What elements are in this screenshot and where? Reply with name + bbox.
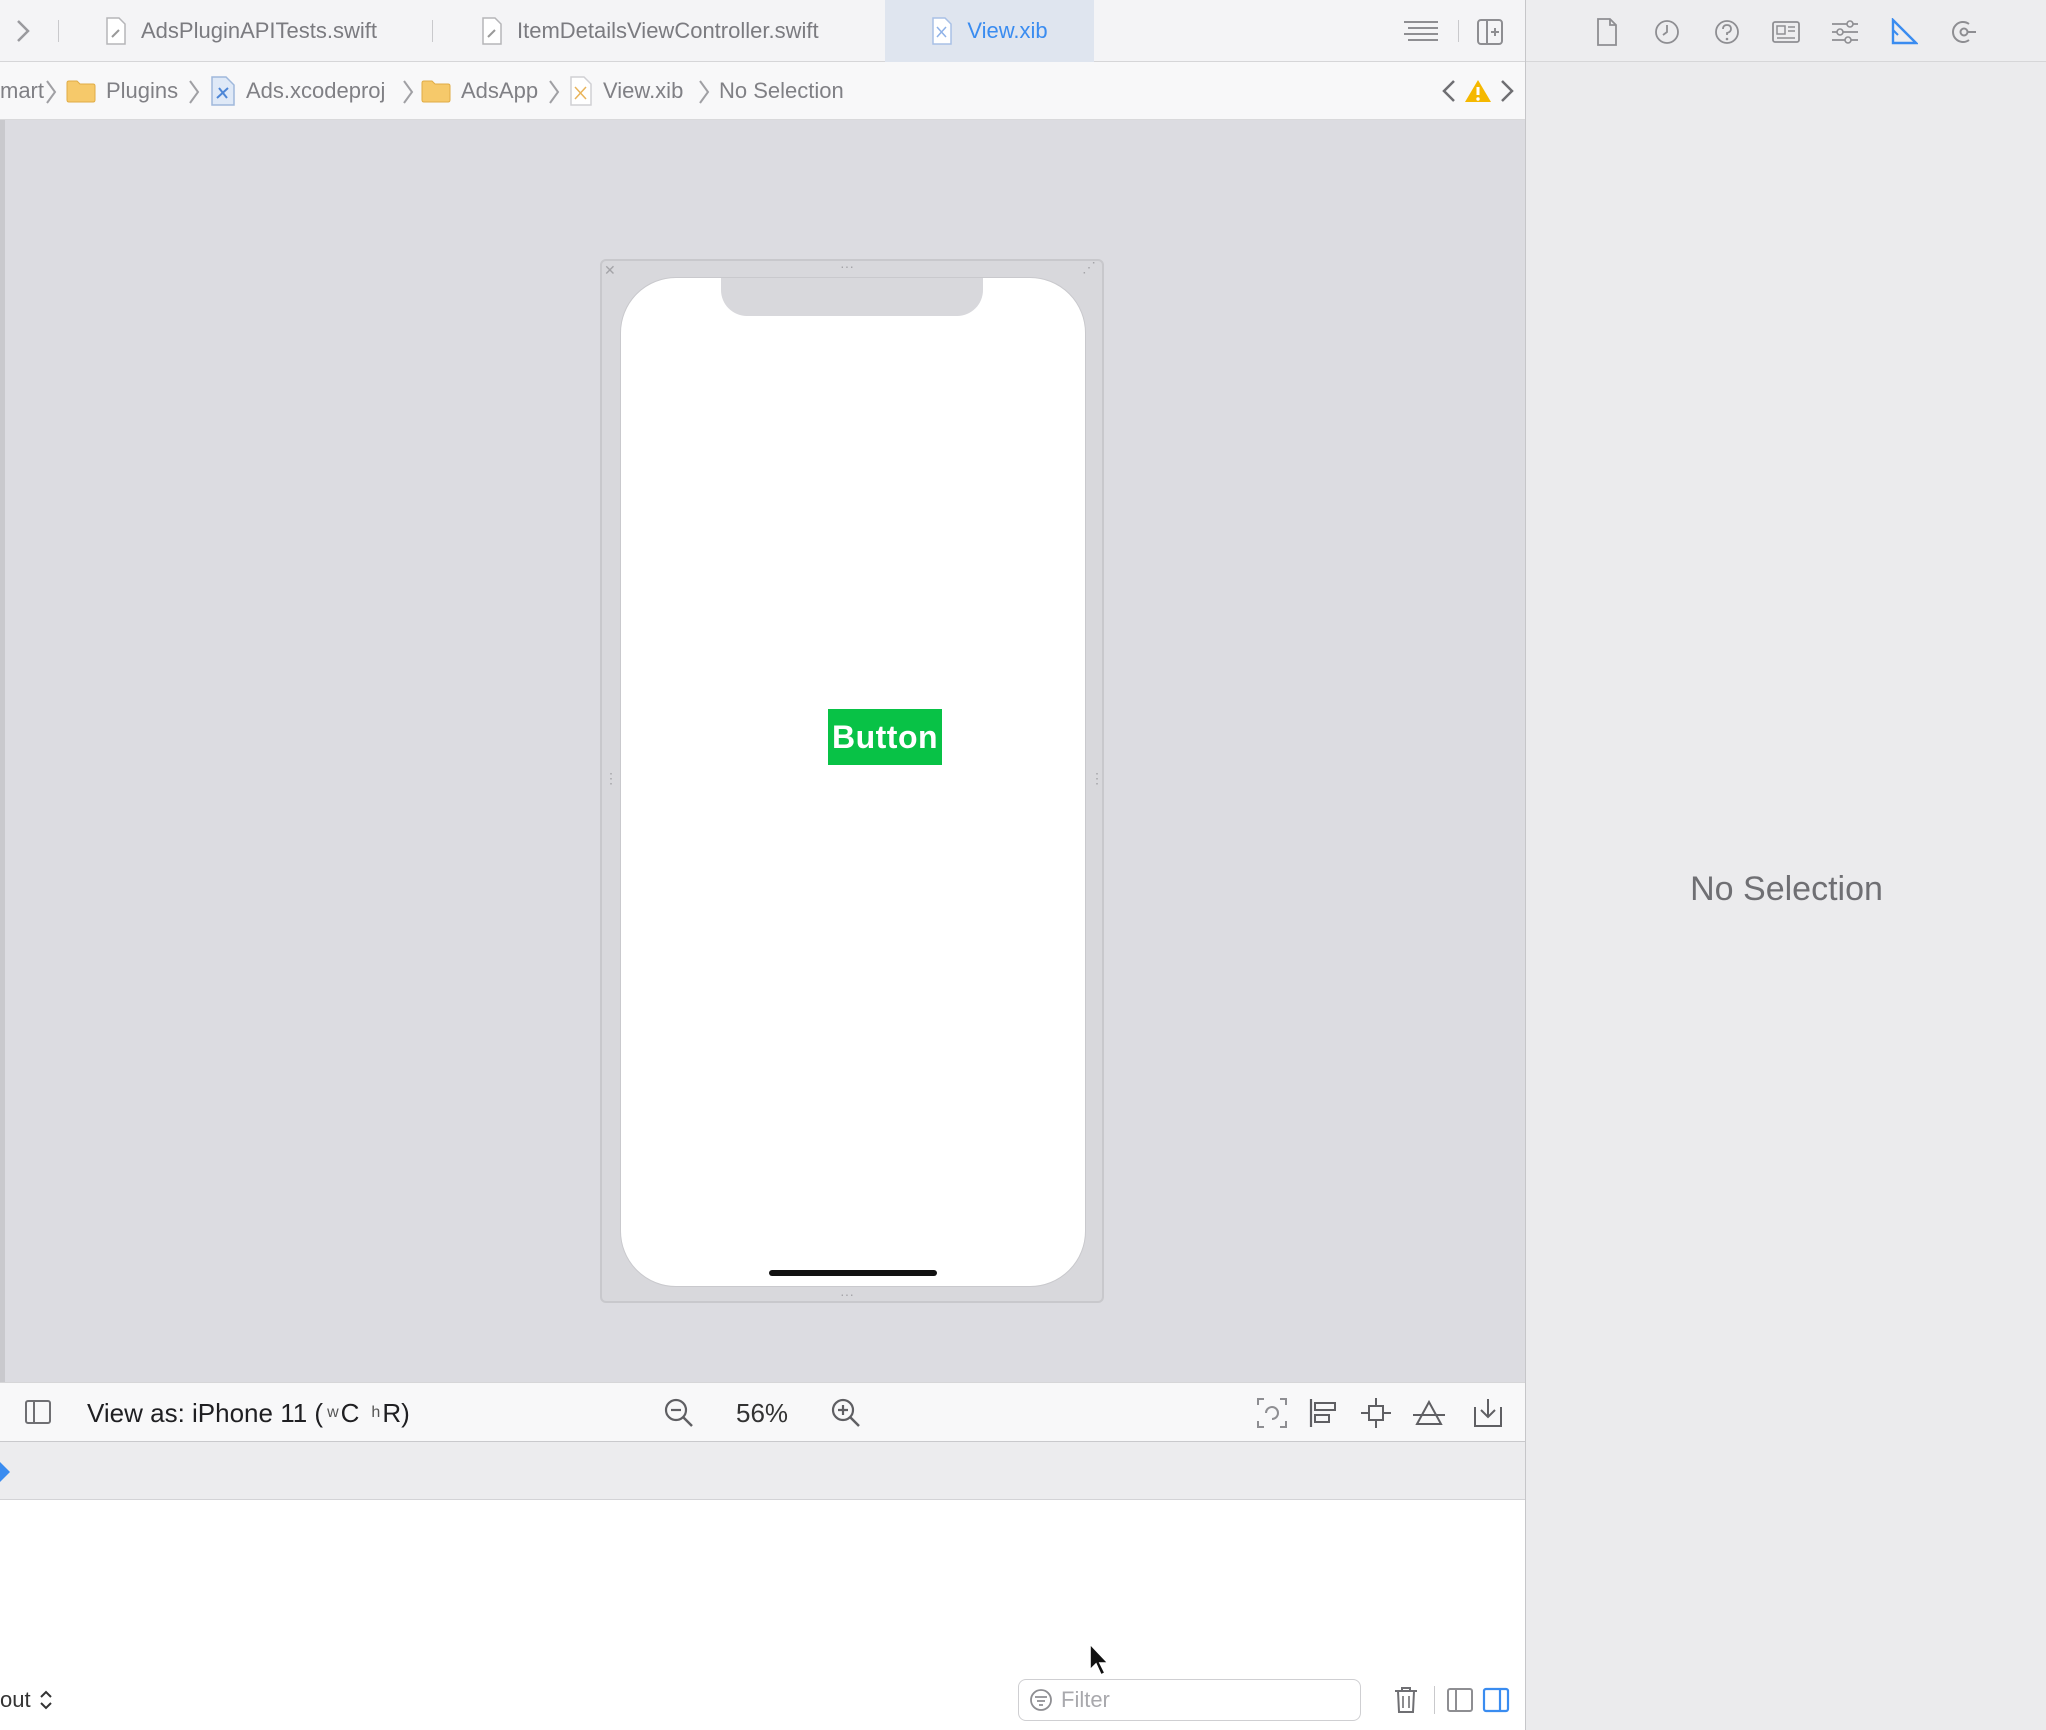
folder-icon xyxy=(66,80,96,103)
device-notch xyxy=(721,278,983,316)
resize-handle-top[interactable]: ··· xyxy=(840,259,854,273)
toolbar-separator xyxy=(1458,20,1459,42)
iphone-screen[interactable]: Button xyxy=(620,277,1086,1287)
breadcrumb-label: View.xib xyxy=(603,78,684,103)
interface-builder-canvas[interactable]: ✕ ··· ⋰ ⋮ ⋮ ··· Button xyxy=(0,120,1525,1382)
resize-handle-top-right[interactable]: ⋰ xyxy=(1082,260,1096,274)
breadcrumb-item-project[interactable]: mart xyxy=(0,62,44,120)
view-as-device-selector[interactable]: View as: iPhone 11 ( w C h R ) xyxy=(87,1383,410,1443)
filter-input[interactable] xyxy=(1061,1687,1341,1713)
size-inspector-icon[interactable] xyxy=(1890,18,1918,46)
quick-help-icon[interactable] xyxy=(1713,18,1741,46)
add-editor-icon[interactable] xyxy=(1476,18,1504,46)
tab-view-xib[interactable]: View.xib xyxy=(885,0,1094,62)
tab-item-details-view-controller[interactable]: ItemDetailsViewController.swift xyxy=(481,0,819,62)
tab-separator xyxy=(58,20,59,42)
close-handle-icon[interactable]: ✕ xyxy=(604,263,616,277)
device-frame[interactable]: ✕ ··· ⋰ ⋮ ⋮ ··· Button xyxy=(600,259,1104,1303)
tab-ads-plugin-api-tests[interactable]: AdsPluginAPITests.swift xyxy=(105,0,377,62)
align-icon[interactable] xyxy=(1308,1397,1340,1429)
size-class-height-prefix: h xyxy=(371,1404,381,1421)
mouse-cursor-icon xyxy=(1088,1642,1112,1678)
breadcrumb-label: mart xyxy=(0,78,44,103)
warning-icon[interactable] xyxy=(1464,78,1492,104)
breadcrumb-label: AdsApp xyxy=(461,78,539,103)
document-outline-toggle-icon[interactable] xyxy=(24,1398,52,1426)
resolve-auto-layout-icon[interactable] xyxy=(1412,1397,1446,1429)
breadcrumb-item-plugins[interactable]: Plugins xyxy=(66,62,178,120)
home-indicator xyxy=(769,1270,937,1276)
identity-inspector-icon[interactable] xyxy=(1771,18,1801,46)
folder-icon xyxy=(421,80,451,103)
tab-label: AdsPluginAPITests.swift xyxy=(141,18,377,43)
tab-separator xyxy=(432,20,433,42)
view-as-label: View as: iPhone 11 ( xyxy=(87,1397,324,1428)
output-selector-label: out xyxy=(0,1687,31,1712)
variables-view-toggle-icon[interactable] xyxy=(1446,1686,1474,1714)
size-class-height: R xyxy=(382,1397,402,1428)
breadcrumb-label: No Selection xyxy=(719,78,844,103)
inspector-panel: No Selection xyxy=(1525,0,2046,1730)
updown-chevron-icon xyxy=(39,1690,52,1710)
zoom-level[interactable]: 56% xyxy=(736,1383,788,1443)
breadcrumb-item-adsapp[interactable]: AdsApp xyxy=(421,62,538,120)
view-as-suffix: ) xyxy=(401,1397,410,1428)
tab-label: ItemDetailsViewController.swift xyxy=(517,18,819,43)
tab-bar: AdsPluginAPITests.swift ItemDetailsViewC… xyxy=(0,0,1525,62)
console-view-toggle-icon[interactable] xyxy=(1482,1686,1510,1714)
breadcrumb-item-xcodeproj[interactable]: Ads.xcodeproj xyxy=(210,62,385,120)
ui-button[interactable]: Button xyxy=(828,709,942,765)
console-filter-field[interactable] xyxy=(1018,1679,1361,1721)
history-inspector-icon[interactable] xyxy=(1653,18,1681,46)
toolbar-separator xyxy=(1434,1686,1435,1714)
attributes-inspector-icon[interactable] xyxy=(1830,18,1860,46)
tab-label: View.xib xyxy=(967,18,1048,43)
resize-handle-left[interactable]: ⋮ xyxy=(604,771,618,785)
debug-bar xyxy=(0,1442,1525,1500)
breadcrumb-label: Ads.xcodeproj xyxy=(246,78,386,103)
editor-options-icon[interactable] xyxy=(1402,20,1440,44)
breadcrumb-item-selection[interactable]: No Selection xyxy=(719,62,844,120)
size-class-width-prefix: w xyxy=(327,1404,339,1421)
breadcrumb-chevron-icon xyxy=(699,80,710,104)
canvas-bottom-bar: View as: iPhone 11 ( w C h R ) 56% xyxy=(0,1382,1525,1442)
breadcrumb-label: Plugins xyxy=(106,78,179,103)
resize-handle-right[interactable]: ⋮ xyxy=(1090,771,1104,785)
breadcrumb-chevron-icon xyxy=(189,80,200,104)
xib-file-icon xyxy=(570,76,592,106)
zoom-in-icon[interactable] xyxy=(830,1397,862,1429)
file-inspector-icon[interactable] xyxy=(1596,18,1618,46)
inspector-empty-state: No Selection xyxy=(1690,870,1883,908)
xcodeproj-icon xyxy=(211,76,235,106)
embed-in-icon[interactable] xyxy=(1472,1397,1504,1429)
output-selector[interactable]: out xyxy=(0,1684,53,1716)
breadcrumb-chevron-icon xyxy=(403,80,414,104)
next-issue-icon[interactable] xyxy=(1498,78,1516,104)
connections-inspector-icon[interactable] xyxy=(1949,18,1977,46)
trash-icon[interactable] xyxy=(1394,1686,1418,1714)
previous-issue-icon[interactable] xyxy=(1440,78,1458,104)
inspector-toolbar xyxy=(1526,0,2046,62)
size-class-width: C xyxy=(340,1397,360,1428)
add-constraints-icon[interactable] xyxy=(1360,1397,1392,1429)
update-frames-icon[interactable] xyxy=(1256,1397,1288,1429)
debug-breakpoint-icon[interactable] xyxy=(0,1462,12,1482)
swift-file-icon xyxy=(482,17,502,45)
swift-file-icon xyxy=(106,17,126,45)
xib-file-icon xyxy=(932,17,953,45)
zoom-out-icon[interactable] xyxy=(663,1397,695,1429)
resize-handle-bottom[interactable]: ··· xyxy=(840,1287,854,1301)
breadcrumb-chevron-icon xyxy=(549,80,560,104)
breadcrumb: mart Plugins Ads.xcodeproj AdsApp View.x… xyxy=(0,62,1525,120)
chevron-right-icon[interactable] xyxy=(14,18,32,44)
breadcrumb-item-view-xib[interactable]: View.xib xyxy=(569,62,683,120)
breadcrumb-chevron-icon xyxy=(46,80,57,104)
filter-icon xyxy=(1030,1689,1052,1711)
